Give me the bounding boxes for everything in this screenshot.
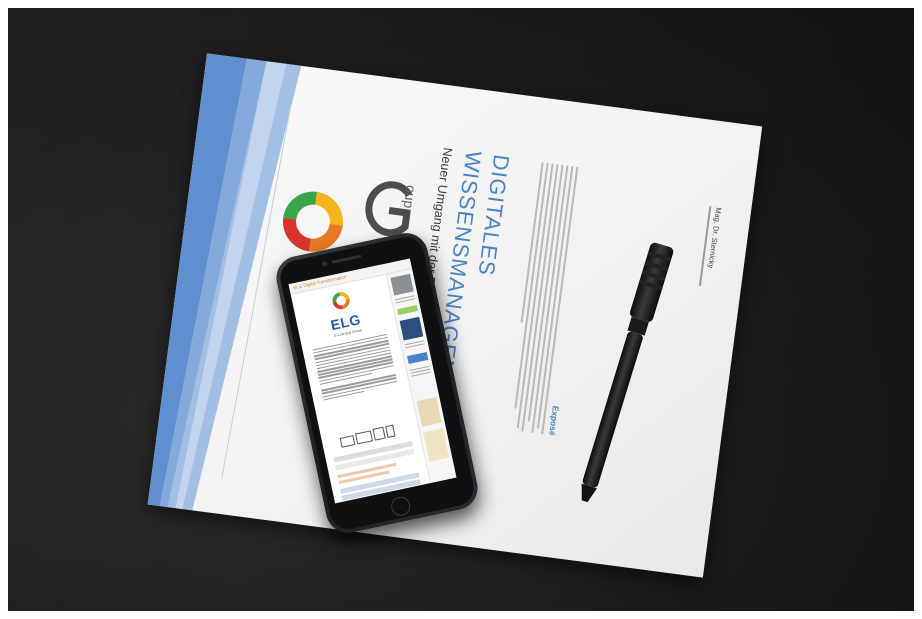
sidebar-ad — [423, 428, 450, 462]
screen-body-text — [312, 332, 398, 403]
sidebar-avatar — [390, 273, 414, 296]
elg-logo-icon — [332, 292, 350, 310]
photo-frame: oup DIGITALES WISSENSMANAGEMENT Neuer Um… — [0, 0, 922, 619]
sidebar-badge — [397, 305, 418, 316]
sidebar-banner — [407, 352, 429, 364]
sidebar-book-cover — [399, 316, 424, 341]
sidebar-ad — [416, 396, 442, 427]
